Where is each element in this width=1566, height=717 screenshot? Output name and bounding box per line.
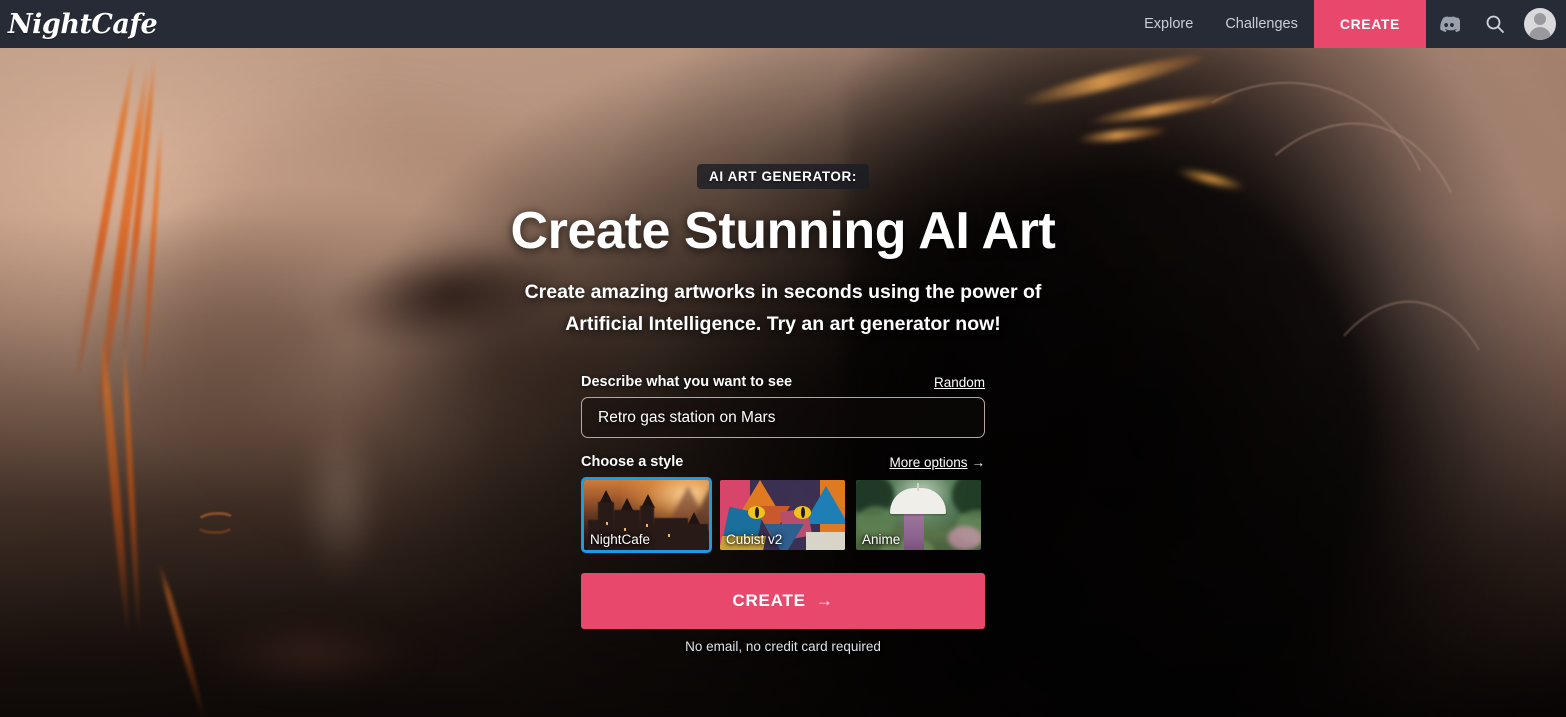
style-label: Choose a style: [581, 454, 684, 471]
style-card-nightcafe[interactable]: NightCafe: [581, 477, 712, 554]
hero-subtitle: Create amazing artworks in seconds using…: [524, 281, 1042, 335]
create-button[interactable]: CREATE →: [581, 573, 985, 630]
prompt-label: Describe what you want to see: [581, 374, 793, 391]
style-card-label: Anime: [862, 532, 901, 548]
signup-note: No email, no credit card required: [685, 639, 881, 655]
site-header: NightCafe Explore Challenges CREATE: [0, 0, 1566, 48]
arrow-right-icon: →: [815, 591, 834, 611]
random-prompt-link[interactable]: Random: [934, 375, 985, 390]
generator-form: Describe what you want to see Random /* …: [581, 374, 985, 654]
site-logo[interactable]: NightCafe: [8, 9, 158, 40]
style-card-label: Cubist v2: [726, 532, 783, 548]
discord-icon[interactable]: [1426, 0, 1472, 48]
hero-section: AI ART GENERATOR: Create Stunning AI Art…: [0, 48, 1566, 654]
search-icon[interactable]: [1472, 0, 1518, 48]
prompt-label-row: Describe what you want to see Random: [581, 374, 985, 390]
hero-eyebrow: AI ART GENERATOR:: [697, 164, 869, 189]
create-button-label: CREATE: [732, 591, 806, 611]
style-card-label: NightCafe: [590, 532, 651, 548]
nav-item-explore[interactable]: Explore: [1128, 0, 1209, 48]
more-options-text: More options: [889, 455, 968, 471]
header-create-button[interactable]: CREATE: [1313, 0, 1426, 48]
style-card-anime[interactable]: Anime: [853, 477, 984, 553]
prompt-input[interactable]: [581, 397, 985, 439]
page-title: Create Stunning AI Art: [510, 202, 1056, 260]
user-avatar[interactable]: [1524, 8, 1556, 40]
nav-item-challenges[interactable]: Challenges: [1209, 0, 1314, 48]
style-picker: NightCafe Cubist v2 Anime: [581, 477, 985, 554]
page-root: NightCafe Explore Challenges CREATE AI A…: [0, 0, 1566, 717]
style-card-cubist-v2[interactable]: Cubist v2: [717, 477, 848, 553]
more-options-link[interactable]: More options →: [889, 455, 985, 470]
style-label-row: Choose a style More options →: [581, 454, 985, 470]
header-nav: Explore Challenges CREATE: [1128, 0, 1566, 48]
arrow-right-icon: →: [971, 455, 986, 471]
